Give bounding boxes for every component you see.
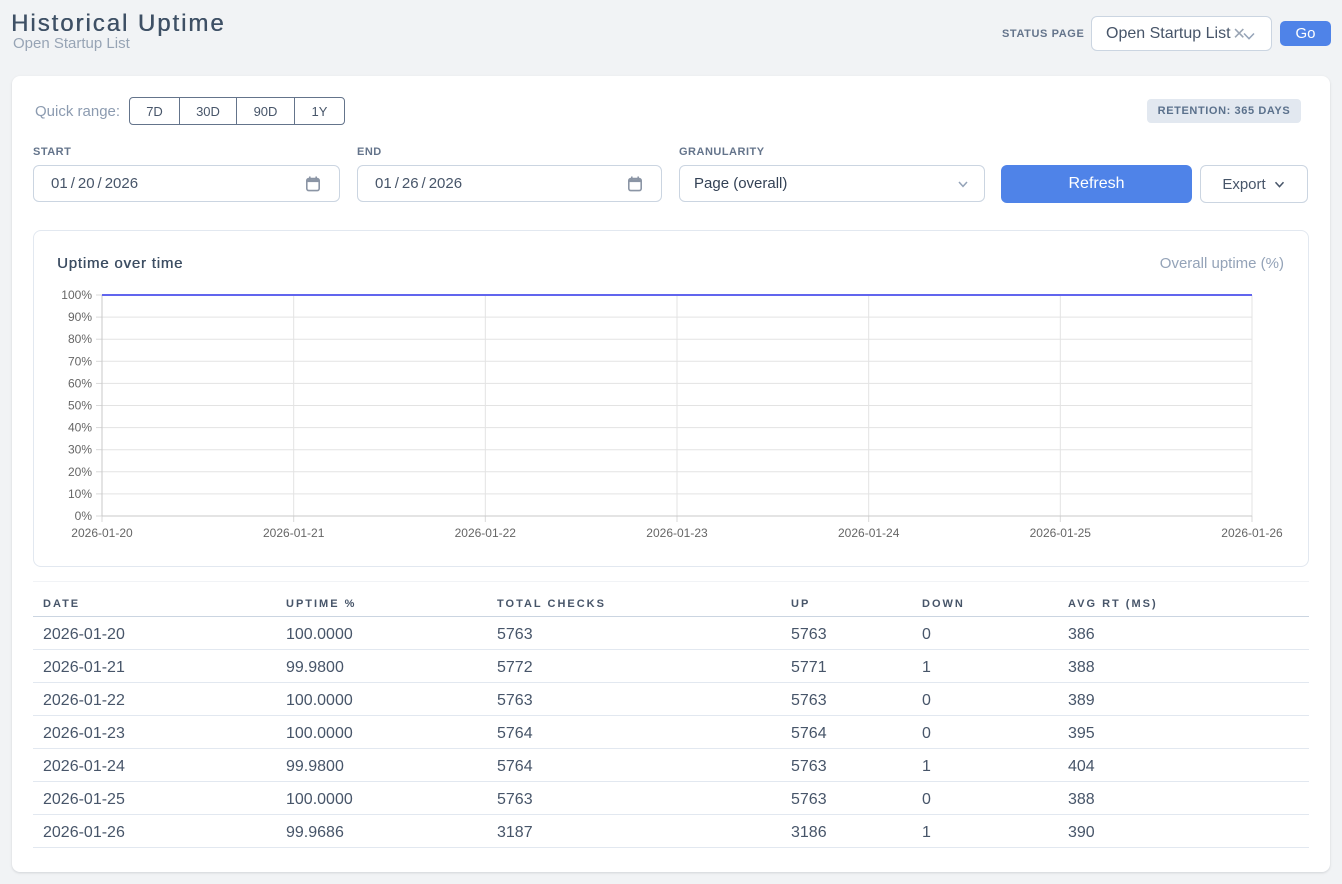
svg-text:60%: 60%	[68, 376, 92, 390]
svg-text:2026-01-24: 2026-01-24	[838, 526, 900, 540]
svg-text:0%: 0%	[75, 509, 93, 523]
svg-text:100%: 100%	[61, 288, 92, 302]
svg-text:2026-01-22: 2026-01-22	[455, 526, 517, 540]
svg-text:70%: 70%	[68, 354, 92, 368]
svg-text:2026-01-21: 2026-01-21	[263, 526, 325, 540]
svg-text:2026-01-26: 2026-01-26	[1221, 526, 1283, 540]
svg-text:2026-01-23: 2026-01-23	[646, 526, 708, 540]
svg-text:10%: 10%	[68, 487, 92, 501]
svg-text:2026-01-20: 2026-01-20	[71, 526, 133, 540]
svg-text:2026-01-25: 2026-01-25	[1030, 526, 1092, 540]
svg-text:30%: 30%	[68, 443, 92, 457]
svg-text:80%: 80%	[68, 332, 92, 346]
svg-text:40%: 40%	[68, 421, 92, 435]
svg-text:50%: 50%	[68, 399, 92, 413]
svg-text:90%: 90%	[68, 310, 92, 324]
svg-text:20%: 20%	[68, 465, 92, 479]
